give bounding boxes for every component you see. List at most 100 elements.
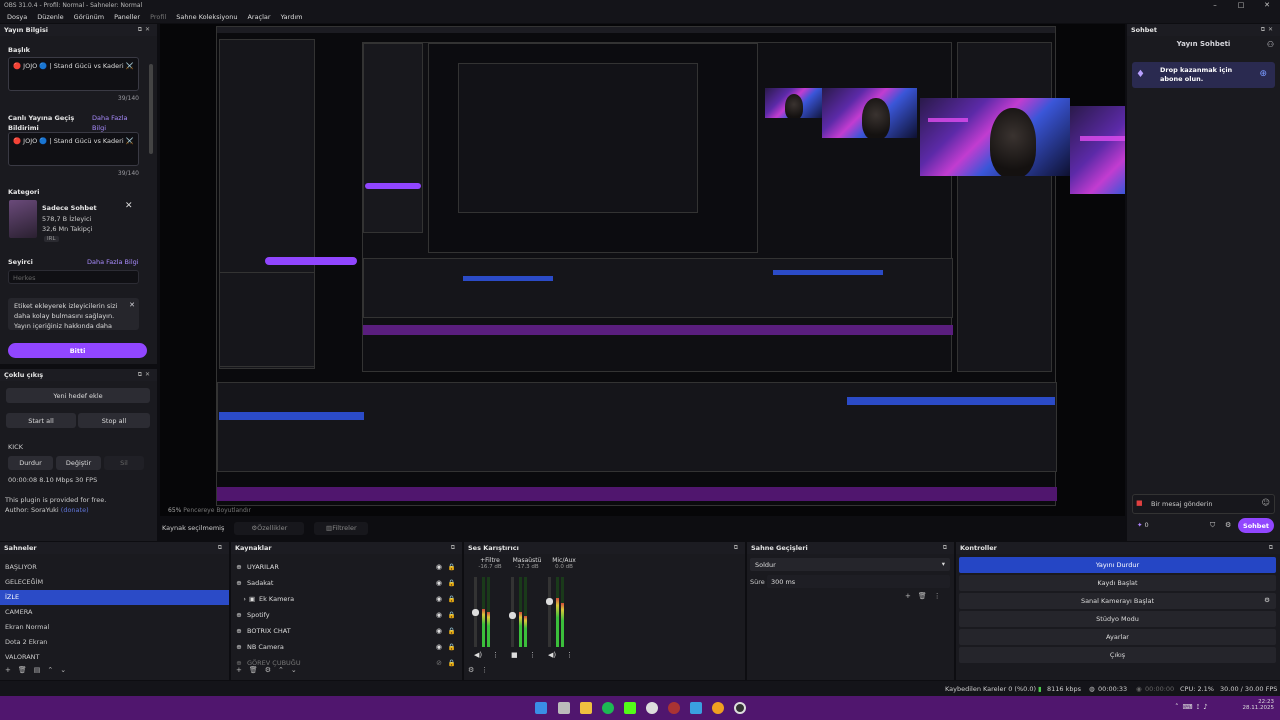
source-item[interactable]: ⊕ Sadakat ◉ 🔒	[231, 575, 462, 591]
lock-icon[interactable]: 🔒	[448, 611, 456, 619]
title-input[interactable]: 🔴 JOJO 🔵 | Stand Gücü vs Kaderi ⚔️	[8, 57, 139, 91]
transition-select[interactable]: Soldur ▾	[750, 558, 950, 571]
duration-input[interactable]: 300 ms	[767, 575, 950, 588]
menu-view[interactable]: Görünüm	[69, 13, 109, 21]
go-live-learn-more-link[interactable]: Daha Fazla Bilgi	[92, 113, 142, 133]
menu-file[interactable]: Dosya	[2, 13, 32, 21]
settings-button[interactable]: Ayarlar	[959, 629, 1276, 645]
remove-category-icon[interactable]: ✕	[125, 201, 133, 211]
menu-scene-collection[interactable]: Sahne Koleksiyonu	[171, 13, 242, 21]
filter-icon[interactable]: ▤	[34, 666, 41, 674]
gear-icon[interactable]: ⚙	[1264, 596, 1270, 604]
add-icon[interactable]: +	[236, 666, 242, 674]
eye-icon[interactable]: ◉	[436, 563, 442, 571]
mute-icon[interactable]: ■	[511, 651, 518, 659]
change-target-button[interactable]: Değiştir	[56, 456, 101, 470]
eye-off-icon[interactable]: ⊘	[436, 659, 442, 667]
start-all-button[interactable]: Start all	[6, 413, 76, 428]
chevron-down-icon[interactable]: ⌄	[60, 666, 66, 674]
close-notice-icon[interactable]: ✕	[129, 301, 135, 309]
lock-icon[interactable]: 🔒	[448, 595, 456, 603]
obs-icon[interactable]	[734, 702, 746, 714]
stop-all-button[interactable]: Stop all	[78, 413, 150, 428]
volume-slider-track[interactable]	[548, 577, 551, 647]
chevron-right-icon[interactable]: ›	[231, 595, 249, 603]
source-item[interactable]: ⊕ NB Camera ◉ 🔒	[231, 639, 462, 655]
done-button[interactable]: Bitti	[8, 343, 147, 358]
gear-icon[interactable]: ⚙	[468, 666, 474, 674]
scene-item[interactable]: BAŞLIYOR	[0, 560, 229, 575]
dock-controls-icon[interactable]: ⧉✕	[1261, 26, 1276, 34]
scene-item[interactable]: Dota 2 Ekran	[0, 635, 229, 650]
task-view-icon[interactable]	[558, 702, 570, 714]
lock-icon[interactable]: 🔒	[448, 627, 456, 635]
app-icon[interactable]	[690, 702, 702, 714]
lock-icon[interactable]: 🔒	[448, 563, 456, 571]
trash-icon[interactable]: 🗑	[249, 666, 258, 674]
dock-controls-icon[interactable]: ⧉✕	[138, 371, 153, 379]
audience-select[interactable]: Herkes	[8, 270, 139, 284]
dock-undock-icon[interactable]: ⧉	[218, 544, 225, 552]
eye-icon[interactable]: ◉	[436, 595, 442, 603]
eye-icon[interactable]: ◉	[436, 627, 442, 635]
tray-icons[interactable]: ˄⌨⟟♪	[1175, 703, 1212, 712]
dock-undock-icon[interactable]: ⧉	[451, 544, 458, 552]
app-icon[interactable]	[668, 702, 680, 714]
preview-canvas[interactable]: 65% Pencereye Boyutlandır	[160, 24, 1125, 516]
volume-slider-handle[interactable]	[509, 612, 516, 619]
steam-icon[interactable]	[646, 702, 658, 714]
menu-icon[interactable]: ⋮	[566, 651, 573, 659]
dock-scrollbar[interactable]	[149, 64, 153, 154]
volume-slider-handle[interactable]	[546, 598, 553, 605]
points-counter[interactable]: ✦ 0	[1137, 521, 1149, 529]
close-icon[interactable]: ✕	[1254, 0, 1280, 11]
start-recording-button[interactable]: Kaydı Başlat	[959, 575, 1276, 591]
scene-item[interactable]: Ekran Normal	[0, 620, 229, 635]
trash-icon[interactable]: 🗑	[918, 592, 927, 600]
audience-learn-more-link[interactable]: Daha Fazla Bilgi	[87, 258, 139, 266]
add-icon[interactable]: +	[5, 666, 11, 674]
menu-help[interactable]: Yardım	[276, 13, 308, 21]
menu-icon[interactable]: ⋮	[481, 666, 488, 674]
shield-icon[interactable]: ⛉	[1210, 521, 1215, 530]
drop-banner[interactable]: ♦ Drop kazanmak için abone olun. ⊕	[1132, 62, 1275, 88]
dock-undock-icon[interactable]: ⧉	[943, 544, 950, 552]
scene-item[interactable]: GELECEĞİM	[0, 575, 229, 590]
go-live-input[interactable]: 🔴 JOJO 🔵 | Stand Gücü vs Kaderi ⚔️	[8, 132, 139, 166]
chat-input[interactable]: ■ Bir mesaj gönderin ☺	[1132, 494, 1275, 514]
delete-target-button[interactable]: Sil	[104, 456, 144, 470]
source-item[interactable]: ⊕ Spotify ◉ 🔒	[231, 607, 462, 623]
menu-tools[interactable]: Araçlar	[242, 13, 275, 21]
source-item[interactable]: ⊕ UYARILAR ◉ 🔒	[231, 559, 462, 575]
menu-icon[interactable]: ⋮	[529, 651, 536, 659]
chevron-down-icon[interactable]: ⌄	[291, 666, 297, 674]
chrome-icon[interactable]	[712, 702, 724, 714]
menu-edit[interactable]: Düzenle	[32, 13, 68, 21]
add-icon[interactable]: +	[905, 592, 911, 600]
speaker-icon[interactable]: ◀)	[474, 651, 482, 659]
eye-icon[interactable]: ◉	[436, 643, 442, 651]
new-target-button[interactable]: Yeni hedef ekle	[6, 388, 150, 403]
donate-link[interactable]: (donate)	[61, 506, 89, 514]
eye-icon[interactable]: ◉	[436, 579, 442, 587]
kick-icon[interactable]	[624, 702, 636, 714]
explorer-icon[interactable]	[580, 702, 592, 714]
start-virtual-camera-button[interactable]: Sanal Kamerayı Başlat ⚙	[959, 593, 1276, 609]
lock-icon[interactable]: 🔒	[448, 579, 456, 587]
spotify-icon[interactable]	[602, 702, 614, 714]
source-item[interactable]: ⊕ BOTRIX CHAT ◉ 🔒	[231, 623, 462, 639]
dock-controls-icon[interactable]: ⧉✕	[138, 26, 153, 34]
lock-icon[interactable]: 🔒	[448, 643, 456, 651]
dock-undock-icon[interactable]: ⧉	[1269, 544, 1276, 552]
scene-item[interactable]: İZLE	[0, 590, 229, 605]
dock-undock-icon[interactable]: ⧉	[734, 544, 741, 552]
menu-icon[interactable]: ⋮	[492, 651, 499, 659]
speaker-icon[interactable]: ◀)	[548, 651, 556, 659]
user-settings-icon[interactable]: ⚇	[1267, 40, 1274, 49]
minimize-icon[interactable]: –	[1202, 0, 1228, 11]
menu-profile[interactable]: Profil	[145, 13, 171, 21]
menu-icon[interactable]: ⋮	[934, 592, 941, 600]
menu-docks[interactable]: Paneller	[109, 13, 145, 21]
clock[interactable]: 22:23 28.11.2025	[1240, 699, 1275, 711]
properties-button[interactable]: ⚙ Özellikler	[234, 521, 305, 535]
